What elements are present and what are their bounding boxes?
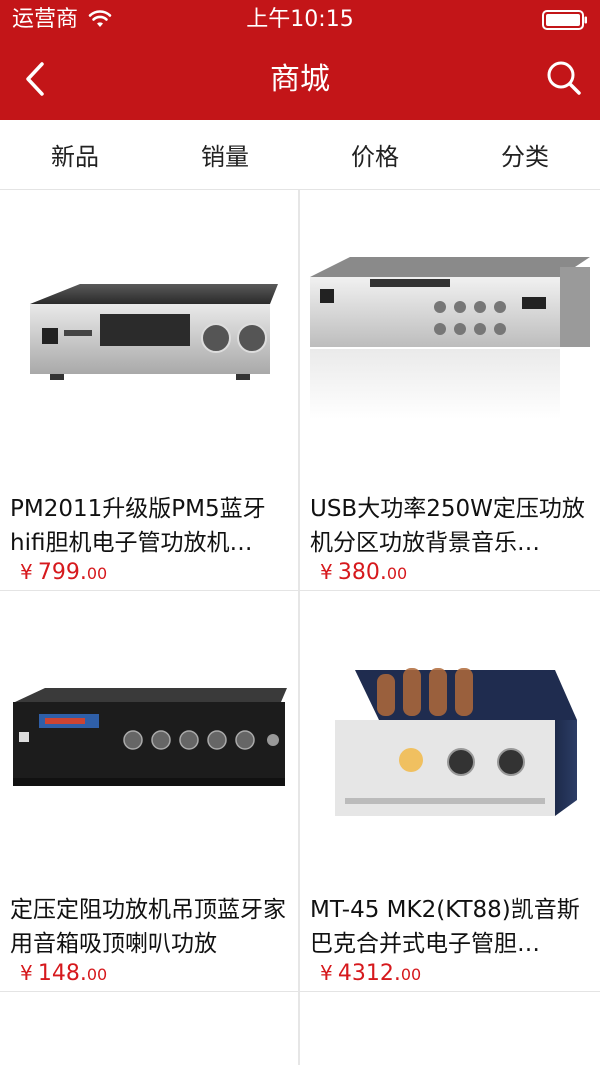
product-card[interactable]: USB大功率250W定压功放机分区功放背景音乐… ¥ 380.00 bbox=[298, 190, 600, 591]
sort-tabs: 新品 销量 价格 分类 bbox=[0, 120, 600, 190]
price-integer: 799. bbox=[37, 560, 87, 585]
product-image bbox=[0, 190, 300, 488]
navbar: 商城 bbox=[0, 40, 600, 120]
status-bar: 运营商 上午10:15 bbox=[0, 0, 600, 40]
product-price: ¥ 148.00 bbox=[20, 961, 107, 986]
tab-sales[interactable]: 销量 bbox=[150, 120, 300, 189]
status-time: 上午10:15 bbox=[246, 7, 354, 32]
page-title: 商城 bbox=[270, 62, 330, 97]
header: 运营商 上午10:15 商城 bbox=[0, 0, 600, 120]
price-currency: ¥ bbox=[320, 560, 333, 584]
tab-category[interactable]: 分类 bbox=[450, 120, 600, 189]
price-integer: 380. bbox=[337, 560, 387, 585]
product-image bbox=[300, 591, 600, 889]
product-card[interactable]: PM2011升级版PM5蓝牙hifi胆机电子管功放机… ¥ 799.00 bbox=[0, 190, 300, 591]
product-card-partial[interactable] bbox=[0, 992, 300, 1065]
battery-icon bbox=[542, 10, 587, 30]
price-integer: 148. bbox=[37, 961, 87, 986]
search-icon bbox=[547, 61, 581, 95]
product-price: ¥ 4312.00 bbox=[320, 961, 421, 986]
product-title: PM2011升级版PM5蓝牙hifi胆机电子管功放机… bbox=[10, 496, 266, 556]
price-decimal: 00 bbox=[386, 564, 408, 583]
price-integer: 4312. bbox=[337, 961, 401, 986]
price-currency: ¥ bbox=[320, 961, 333, 985]
mall-page: 运营商 上午10:15 商城 新品 销量 价格 分类 PM2011升级版PM5蓝… bbox=[0, 0, 600, 1065]
tab-price[interactable]: 价格 bbox=[300, 120, 450, 189]
product-card-partial[interactable] bbox=[298, 992, 600, 1065]
price-decimal: 00 bbox=[400, 965, 422, 984]
product-image bbox=[0, 591, 300, 889]
product-title: 定压定阻功放机吊顶蓝牙家用音箱吸顶喇叭功放 bbox=[10, 897, 286, 957]
search-button[interactable] bbox=[542, 56, 586, 100]
price-currency: ¥ bbox=[20, 961, 33, 985]
tab-new[interactable]: 新品 bbox=[0, 120, 150, 189]
price-currency: ¥ bbox=[20, 560, 33, 584]
product-title: USB大功率250W定压功放机分区功放背景音乐… bbox=[310, 496, 585, 556]
price-decimal: 00 bbox=[86, 564, 108, 583]
product-title: MT-45 MK2(KT88)凯音斯巴克合并式电子管胆… bbox=[310, 897, 580, 957]
product-card[interactable]: 定压定阻功放机吊顶蓝牙家用音箱吸顶喇叭功放 ¥ 148.00 bbox=[0, 591, 300, 992]
product-price: ¥ 380.00 bbox=[320, 560, 407, 585]
product-image bbox=[300, 190, 600, 488]
product-card[interactable]: MT-45 MK2(KT88)凯音斯巴克合并式电子管胆… ¥ 4312.00 bbox=[298, 591, 600, 992]
product-price: ¥ 799.00 bbox=[20, 560, 107, 585]
price-decimal: 00 bbox=[86, 965, 108, 984]
